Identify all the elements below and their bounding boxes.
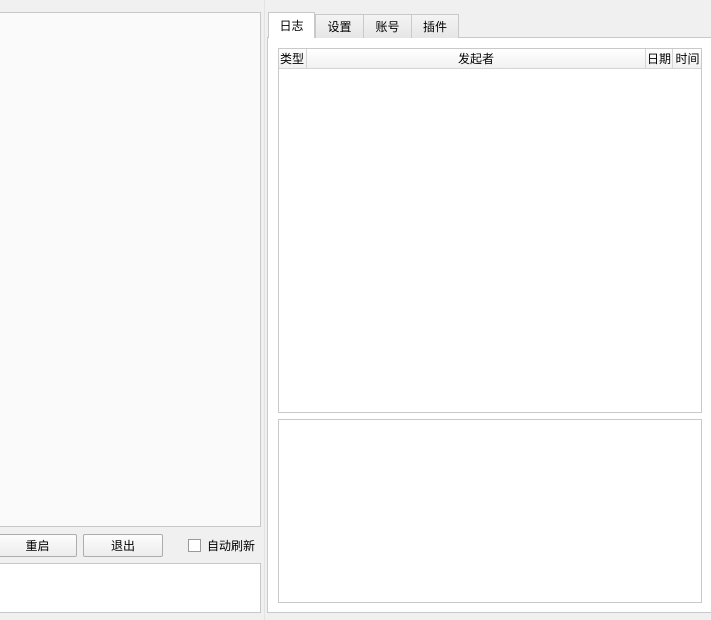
tab-plugins[interactable]: 插件 <box>411 14 459 38</box>
restart-button[interactable]: 重启 <box>0 534 77 557</box>
exit-button[interactable]: 退出 <box>83 534 163 557</box>
log-detail-view[interactable] <box>278 419 702 603</box>
command-input[interactable] <box>0 563 261 613</box>
column-header-date[interactable]: 日期 <box>646 49 673 68</box>
output-list[interactable] <box>0 12 261 527</box>
splitter[interactable] <box>264 0 265 620</box>
auto-refresh-toggle[interactable]: 自动刷新 <box>188 537 255 553</box>
auto-refresh-checkbox[interactable] <box>188 538 201 552</box>
log-table[interactable]: 类型 发起者 日期 时间 <box>278 48 702 413</box>
table-header: 类型 发起者 日期 时间 <box>279 49 701 69</box>
column-header-time[interactable]: 时间 <box>673 49 702 68</box>
tab-account[interactable]: 账号 <box>363 14 412 38</box>
auto-refresh-label: 自动刷新 <box>207 538 256 553</box>
column-header-sender[interactable]: 发起者 <box>307 49 646 68</box>
column-header-type[interactable]: 类型 <box>279 49 307 68</box>
tab-log[interactable]: 日志 <box>268 12 315 38</box>
tab-settings[interactable]: 设置 <box>315 14 364 38</box>
